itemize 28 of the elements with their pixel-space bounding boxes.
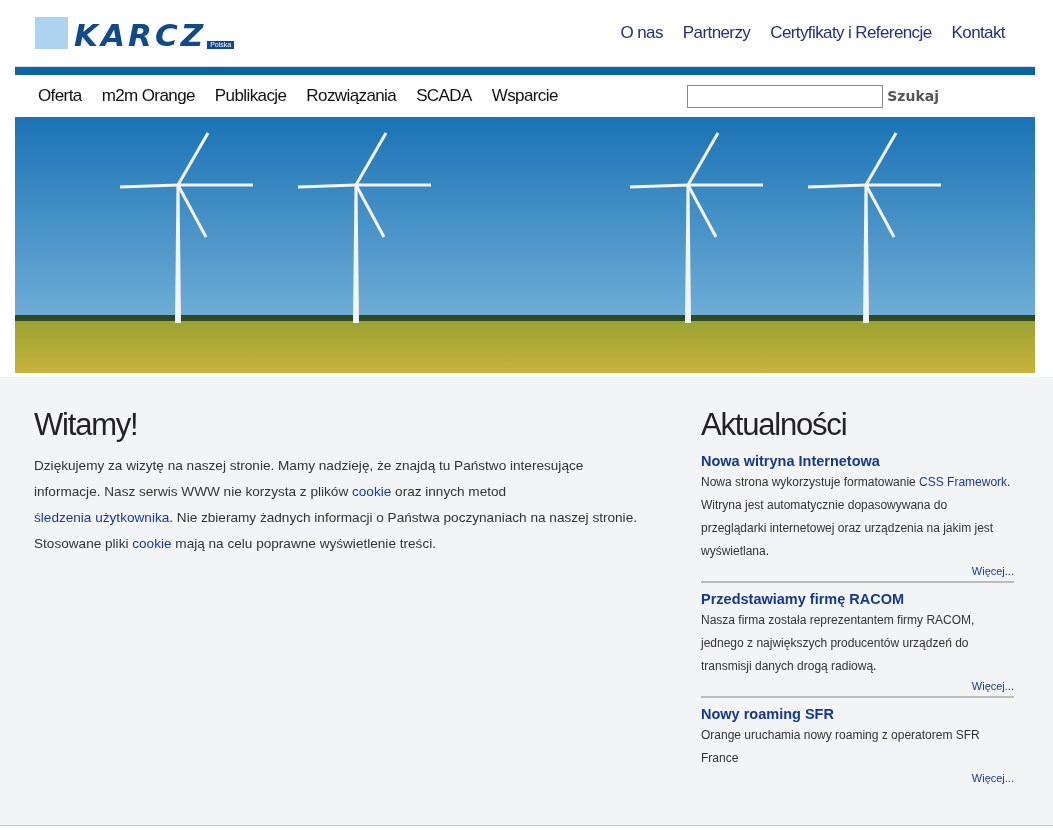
welcome-heading: Witamy! [34,407,139,443]
text-link[interactable]: cookie [352,484,392,499]
more-link[interactable]: Więcej... [971,680,1014,692]
more-link[interactable]: Więcej... [971,565,1014,577]
news-title-link[interactable]: Nowy roaming SFR [701,706,1014,722]
nav-link[interactable]: Certyfikaty i Referencje [770,23,932,43]
news-heading: Aktualności [701,407,848,443]
nav-link[interactable]: Publikacje [214,86,287,106]
nav-link[interactable]: Partnerzy [682,23,751,43]
logo-square-icon [35,17,68,49]
news-text: Nasza firma została reprezentantem firmy RACOM, jednego z największych producentów urządzeń do transmisji danych drogą radiową. [701,612,976,675]
nav-link[interactable]: Wsparcie [491,86,558,106]
nav-link[interactable]: SCADA [416,86,472,106]
logo-text: KARCZ [74,21,207,49]
nav-link[interactable]: O nas [620,23,663,43]
nav-link[interactable]: m2m Orange [101,86,195,106]
search-field[interactable] [687,84,884,108]
news-text: Orange uruchamia nowy roaming z operatorem SFR France [701,727,981,767]
nav-link[interactable]: Oferta [38,86,82,106]
text-link[interactable]: cookie [132,536,172,551]
search-button[interactable]: Szukaj [883,88,939,104]
news-text: Nowa strona wykorzystuje formatowanie CSS Framework. Witryna jest automatycznie dopasowywana do przeglądarki internetowej oraz urządzenia na jakim jest wyświetlana. [701,474,1012,560]
news-title-link[interactable]: Nowa witryna Internetowa [701,453,1014,469]
nav-link[interactable]: Kontakt [951,23,1005,43]
nav-link[interactable]: Rozwiązania [306,86,397,106]
more-link[interactable]: Więcej... [971,772,1014,784]
welcome-paragraph: Dziękujemy za wizytę na naszej stronie. Mamy nadzieję, że znajdą tu Państwo interesujące informacje. Nasz serwis WWW nie korzysta z plików cookie oraz innych metod śledzenia użytkownika. Nie zbieramy żadnych informacji o Państwa poczynaniach na naszej stronie. Stosowane pliki cookie mają na celu poprawne wyświetlenie treści. [34,457,638,553]
news-title-link[interactable]: Przedstawiamy firmę RACOM [701,591,1014,607]
